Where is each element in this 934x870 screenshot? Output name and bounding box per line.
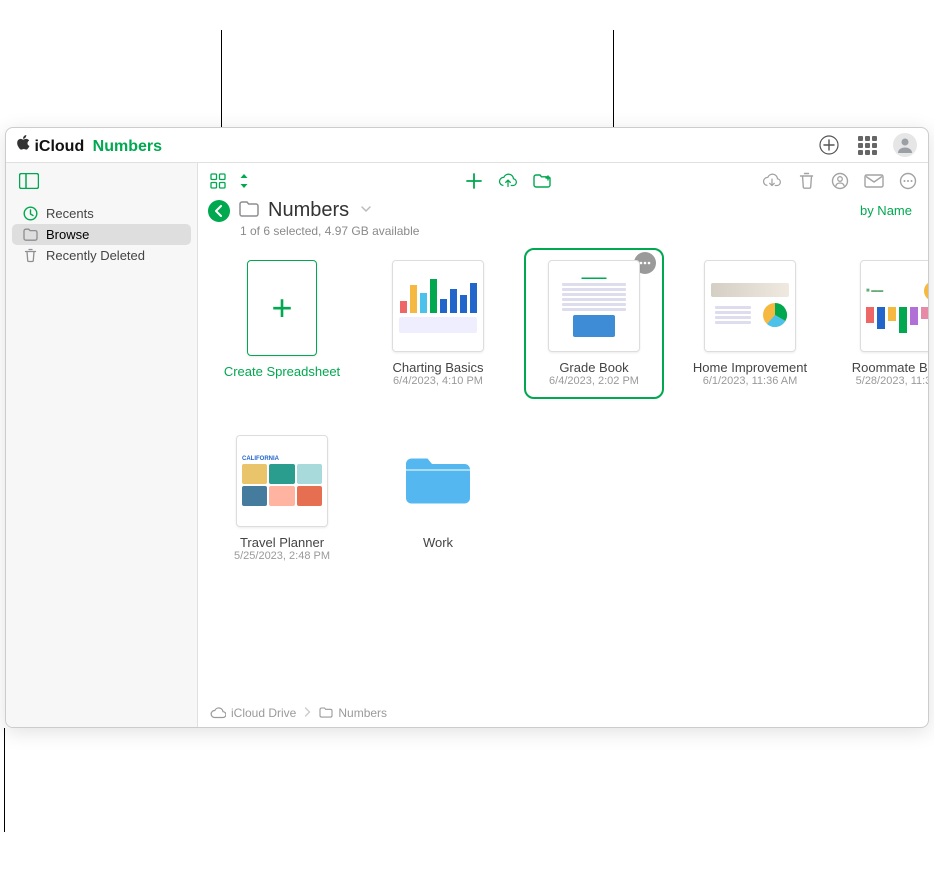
breadcrumb: iCloud Drive Numbers	[198, 697, 928, 727]
collaborate-button[interactable]	[830, 171, 850, 191]
clock-icon	[22, 206, 38, 221]
main: Numbers by Name 1 of 6 selected, 4.97 GB…	[198, 163, 928, 727]
tile-file-grade-book[interactable]: ▬▬▬▬▬ Grade Book 6/4/2023, 2:02 PM	[520, 248, 668, 399]
crumb-label: iCloud Drive	[231, 706, 296, 720]
crumb-icloud-drive[interactable]: iCloud Drive	[210, 706, 296, 720]
folder-icon	[22, 228, 38, 241]
toggle-sidebar-icon[interactable]	[16, 168, 42, 194]
tile-label: Create Spreadsheet	[224, 364, 340, 379]
tile-create-spreadsheet[interactable]: + Create Spreadsheet	[208, 248, 356, 399]
crumb-label: Numbers	[338, 706, 387, 720]
tile-file-roommate-budget[interactable]: ■ ▬▬	[832, 248, 928, 399]
sidebar: Recents Browse Recently Deleted	[6, 163, 198, 727]
file-thumb: ■ ▬▬	[860, 260, 928, 352]
file-thumb: ▬▬▬▬▬	[548, 260, 640, 352]
tile-date: 6/4/2023, 2:02 PM	[549, 375, 639, 387]
sidebar-item-recents[interactable]: Recents	[12, 203, 191, 224]
folder-title: Numbers	[268, 199, 349, 222]
file-thumb: CALIFORNIA	[236, 435, 328, 527]
file-thumb	[392, 260, 484, 352]
callout-line-view-button	[221, 30, 222, 134]
app-grid-icon[interactable]	[854, 132, 880, 158]
app-window: iCloud Numbers	[5, 127, 929, 728]
chevron-down-icon[interactable]	[361, 205, 371, 216]
tile-label: Travel Planner	[240, 535, 324, 550]
folder-thumb	[392, 435, 484, 527]
apple-logo-icon	[16, 138, 34, 155]
plus-icon: +	[271, 287, 292, 329]
sort-button[interactable]: by Name	[860, 203, 912, 218]
sidebar-item-browse[interactable]: Browse	[12, 224, 191, 245]
view-grid-button[interactable]	[208, 171, 228, 191]
folder-icon	[319, 707, 333, 718]
chevron-right-icon	[304, 706, 311, 720]
sidebar-item-label: Recents	[46, 206, 94, 221]
tile-label: Charting Basics	[392, 360, 483, 375]
tile-date: 6/4/2023, 4:10 PM	[393, 375, 483, 387]
brand: iCloud Numbers	[16, 135, 162, 156]
view-list-updown-icon[interactable]	[234, 171, 254, 191]
tile-file-charting-basics[interactable]: Charting Basics 6/4/2023, 4:10 PM	[364, 248, 512, 399]
add-circle-icon[interactable]	[816, 132, 842, 158]
callout-line-side	[4, 728, 5, 832]
upload-cloud-button[interactable]	[498, 171, 518, 191]
cloud-icon	[210, 707, 226, 719]
tile-label: Work	[423, 535, 453, 550]
tile-label: Home Improvement	[693, 360, 807, 375]
file-grid: + Create Spreadsheet Char	[198, 248, 928, 697]
file-thumb	[704, 260, 796, 352]
download-cloud-button[interactable]	[762, 171, 782, 191]
titlebar: iCloud Numbers	[6, 128, 928, 162]
tile-label: Grade Book	[559, 360, 628, 375]
account-avatar[interactable]	[892, 132, 918, 158]
email-button[interactable]	[864, 171, 884, 191]
tile-date: 6/1/2023, 11:36 AM	[703, 375, 798, 387]
create-thumb: +	[247, 260, 317, 356]
tile-date: 5/28/2023, 11:34 AM	[856, 375, 928, 387]
delete-button[interactable]	[796, 171, 816, 191]
crumb-numbers[interactable]: Numbers	[319, 706, 387, 720]
new-button[interactable]	[464, 171, 484, 191]
main-toolbar	[198, 163, 928, 199]
trash-icon	[22, 248, 38, 263]
brand-icloud: iCloud	[34, 138, 84, 155]
tile-date: 5/25/2023, 2:48 PM	[234, 550, 330, 562]
folder-icon	[238, 200, 260, 221]
tile-label: Roommate Budget	[852, 360, 928, 375]
new-folder-button[interactable]	[532, 171, 552, 191]
selection-status: 1 of 6 selected, 4.97 GB available	[198, 224, 928, 248]
sidebar-item-label: Recently Deleted	[46, 248, 145, 263]
back-button[interactable]	[208, 200, 230, 222]
sidebar-item-label: Browse	[46, 227, 89, 242]
tile-folder-work[interactable]: Work	[364, 423, 512, 562]
more-ellipsis-button[interactable]	[898, 171, 918, 191]
sidebar-item-recently-deleted[interactable]: Recently Deleted	[12, 245, 191, 266]
tile-file-travel-planner[interactable]: CALIFORNIA Travel Planner 5/25/2023, 2:4…	[208, 423, 356, 562]
brand-product: Numbers	[93, 138, 162, 155]
tile-file-home-improvement[interactable]: Home Improvement 6/1/2023, 11:36 AM	[676, 248, 824, 399]
